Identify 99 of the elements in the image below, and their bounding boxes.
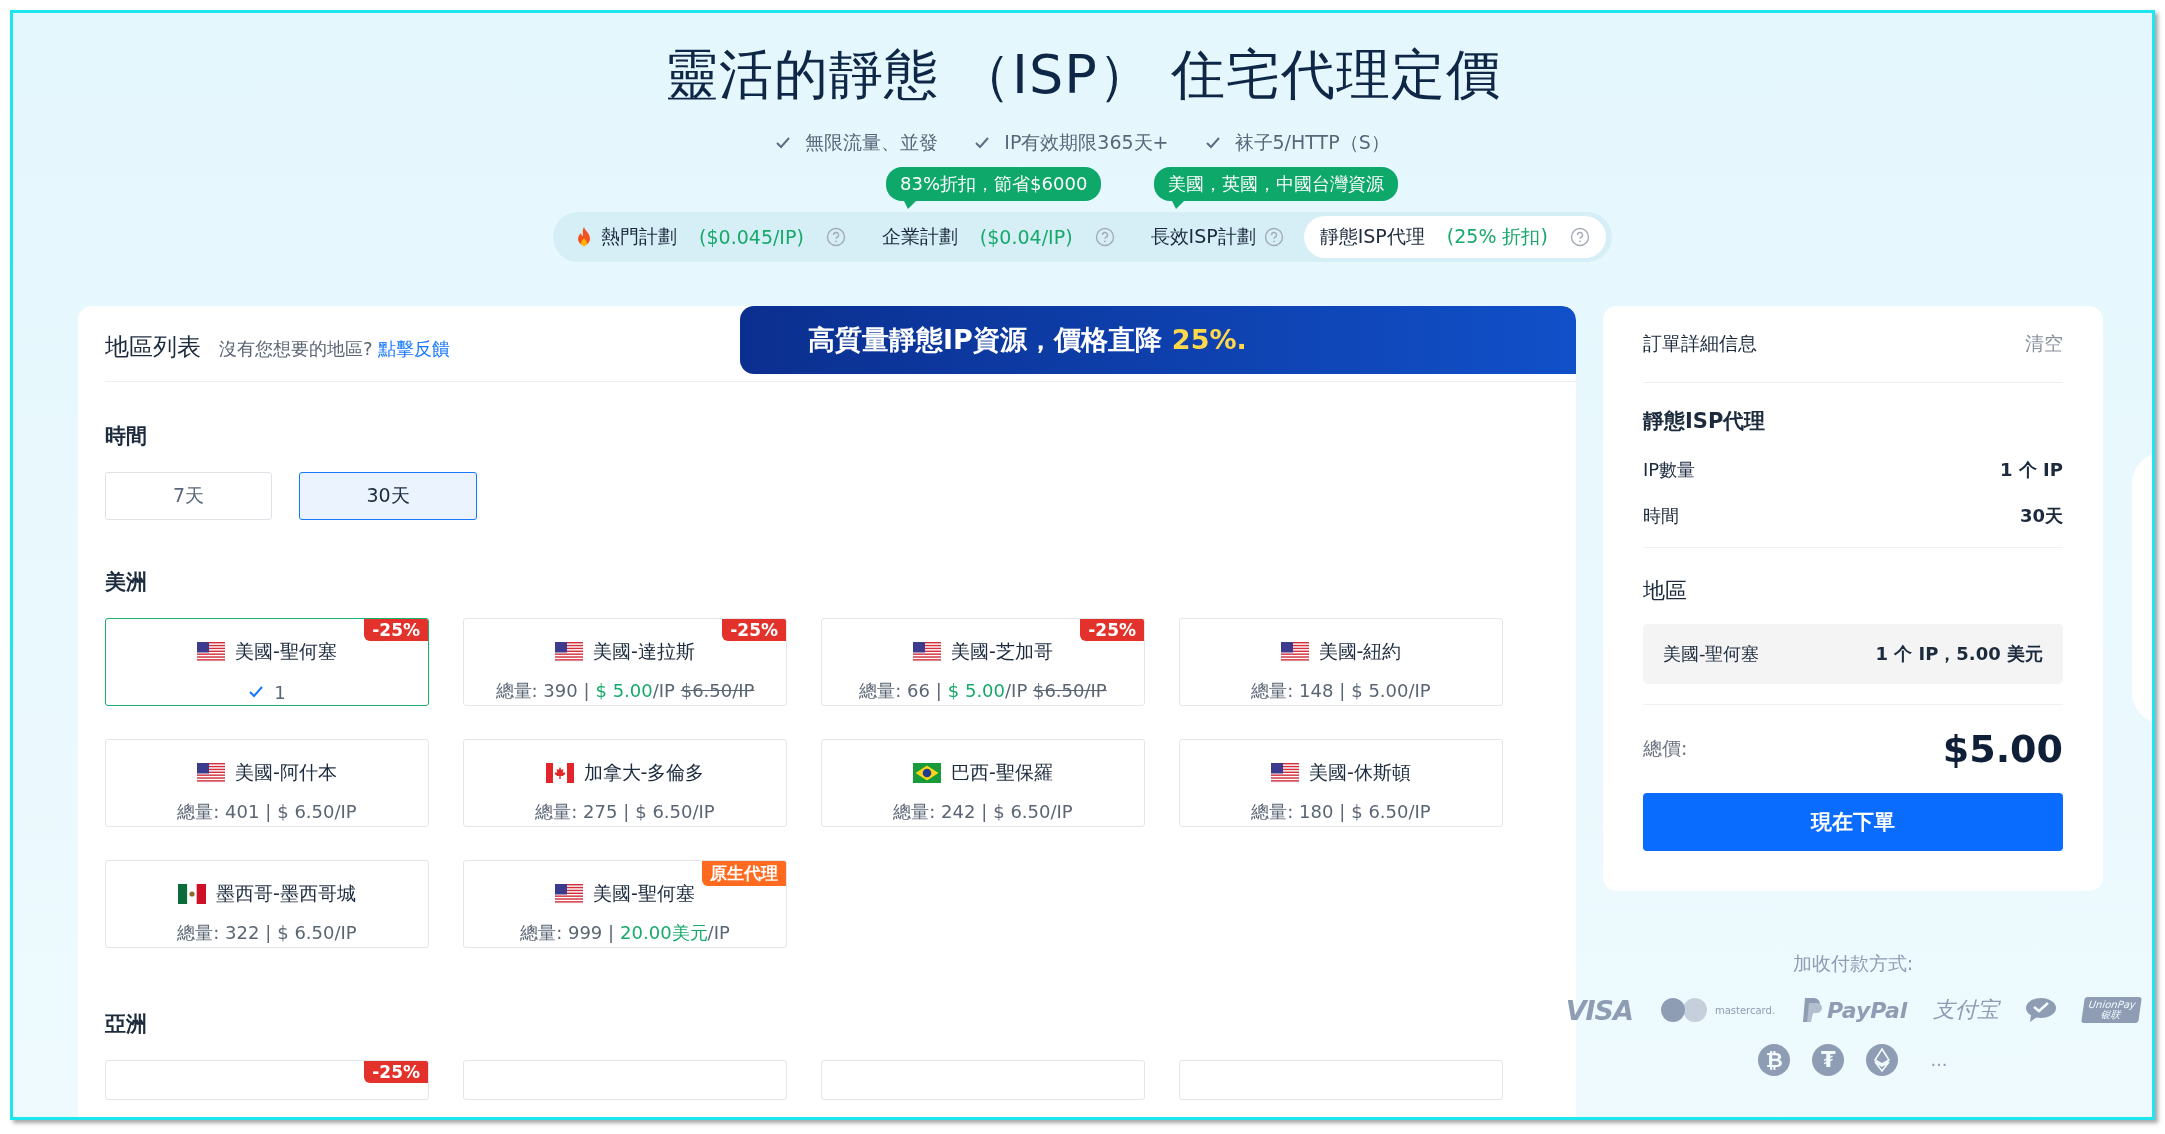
region-price: 1 个 IP，5.00 美元 [1875, 641, 2043, 666]
region-title: 地區 [1643, 576, 1688, 605]
feature-text: 袜子5/HTTP（S） [1234, 129, 1390, 155]
stock-price-text: 總量: 401 | $ 6.50/IP [177, 799, 357, 824]
visa-logo: VISA [1565, 994, 1633, 1026]
feature-text: 無限流量、並發 [805, 129, 939, 155]
stock-price-text: 總量: 148 | $ 5.00/IP [1251, 678, 1431, 703]
stock-price-text: 總量: 180 | $ 6.50/IP [1251, 799, 1431, 824]
tooltip: 83%折扣，節省$6000 [886, 166, 1102, 209]
stock-price-text: 總量: 322 | $ 6.50/IP [177, 920, 357, 945]
hint-text: 沒有您想要的地區? 點擊反饋 [219, 336, 451, 361]
feature-text: IP有效期限365天+ [1004, 129, 1169, 155]
us-flag-icon [913, 641, 942, 662]
region-card[interactable]: -25% 美國-芝加哥 總量: 66 | $ 5.00/IP $6.50/IP [821, 617, 1145, 706]
stock-price-text: 總量: 999 | 20.00美元/IP [520, 920, 730, 945]
bitcoin-icon: ₿ [1758, 1043, 1791, 1076]
unionpay-logo: UnionPay 银联 [2081, 997, 2143, 1024]
tether-icon: ₮ [1812, 1043, 1845, 1076]
discount-badge: -25% [364, 618, 428, 641]
region-name: 美國-紐約 [1318, 638, 1402, 664]
page-title: 靈活的靜態 （ISP） 住宅代理定價 [663, 43, 1502, 108]
more-text: ... [1930, 1049, 1948, 1071]
us-flag-icon [197, 641, 226, 662]
promo-banner: 高質量靜態IP資源，價格直降 25%. [740, 305, 1576, 374]
ethereum-icon [1866, 1043, 1899, 1076]
section-title: 美洲 [105, 568, 148, 596]
stock-price-text: 總量: 242 | $ 6.50/IP [893, 799, 1073, 824]
us-flag-icon [555, 641, 584, 662]
mexico-flag-icon [178, 883, 207, 904]
payment-label: 加收付款方式: [1792, 950, 1914, 976]
total-label: 總價: [1643, 735, 1688, 761]
region-card[interactable]: 美國-休斯頓 總量: 180 | $ 6.50/IP [1179, 738, 1503, 827]
us-flag-icon [1271, 762, 1300, 783]
region-name: 美國-達拉斯 [593, 638, 695, 664]
detail-value: 1 个 IP [2000, 457, 2063, 482]
quantity-text: 1 [274, 681, 286, 703]
region-name: 美國-聖何塞 [593, 880, 695, 906]
region-card[interactable] [463, 1059, 787, 1100]
discount-badge: -25% [722, 618, 786, 641]
region-name: 美國-休斯頓 [1309, 759, 1411, 785]
region-card[interactable] [821, 1059, 1145, 1100]
region-card[interactable]: -25% [105, 1059, 429, 1100]
brazil-flag-icon [913, 762, 942, 783]
duration-option[interactable]: 30天 [299, 471, 477, 520]
section-title: 時間 [105, 422, 148, 450]
order-title: 訂單詳細信息 [1643, 330, 1757, 356]
feedback-link[interactable]: 點擊反饋 [378, 337, 451, 359]
us-flag-icon [1280, 641, 1309, 662]
stock-price-text: 總量: 66 | $ 5.00/IP $6.50/IP [859, 678, 1107, 703]
region-name: 美國-芝加哥 [951, 638, 1053, 664]
detail-value: 30天 [2019, 503, 2063, 528]
section-title: 亞洲 [105, 1010, 148, 1038]
paypal-logo: PayPal [1801, 997, 1908, 1024]
us-flag-icon [555, 883, 584, 904]
discount-badge: -25% [1080, 618, 1144, 641]
region-card[interactable]: -25% 美國-達拉斯 總量: 390 | $ 5.00/IP $6.50/IP [463, 617, 787, 706]
us-flag-icon [197, 762, 226, 783]
plan-tab[interactable]: 熱門計劃 ($0.045/IP) [559, 215, 862, 258]
panel-title: 地區列表 [105, 331, 201, 363]
discount-badge: 原生代理 [702, 860, 786, 886]
help-icon[interactable] [1569, 226, 1590, 247]
detail-label: 時間 [1643, 503, 1679, 528]
region-name: 美國-阿什本 [235, 759, 337, 785]
check-icon [775, 135, 792, 150]
mastercard-logo: mastercard. [1658, 997, 1776, 1024]
region-card[interactable]: 加拿大-多倫多 總量: 275 | $ 6.50/IP [463, 738, 787, 827]
region-card[interactable] [1179, 1059, 1503, 1100]
stock-price-text: 總量: 390 | $ 5.00/IP $6.50/IP [495, 678, 755, 703]
region-card[interactable]: 美國-阿什本 總量: 401 | $ 6.50/IP [105, 738, 429, 827]
help-icon[interactable] [825, 226, 846, 247]
stock-price-text: 總量: 275 | $ 6.50/IP [535, 799, 715, 824]
check-icon [974, 135, 991, 150]
chat-check-icon [2025, 997, 2058, 1024]
region-card[interactable]: -25% 美國-聖何塞 1 [105, 617, 429, 706]
region-name: 美國-聖何塞 [1663, 641, 1760, 666]
region-card[interactable]: 墨西哥-墨西哥城 總量: 322 | $ 6.50/IP [105, 859, 429, 948]
region-card[interactable]: 巴西-聖保羅 總量: 242 | $ 6.50/IP [821, 738, 1145, 827]
tooltip: 美國，英國，中國台灣資源 [1154, 166, 1399, 209]
help-icon[interactable] [1263, 226, 1284, 247]
region-card[interactable]: 原生代理 美國-聖何塞 總量: 999 | 20.00美元/IP [463, 859, 787, 948]
plan-tab[interactable]: 長效ISP計劃 [1134, 215, 1300, 258]
region-name: 美國-聖何塞 [235, 638, 337, 664]
plan-tab[interactable]: 靜態ISP代理 (25% 折扣) [1303, 215, 1606, 258]
canada-flag-icon [545, 762, 574, 783]
check-icon [1204, 135, 1221, 150]
order-now-button[interactable]: 現在下單 [1643, 792, 2063, 851]
plan-tab[interactable]: 企業計劃 ($0.04/IP) [865, 215, 1131, 258]
alipay-logo: 支付宝 [1933, 996, 2000, 1025]
region-card[interactable]: 美國-紐約 總量: 148 | $ 5.00/IP [1179, 617, 1503, 706]
detail-label: IP數量 [1643, 457, 1696, 482]
check-icon [248, 685, 265, 700]
region-name: 加拿大-多倫多 [583, 759, 705, 785]
duration-option[interactable]: 7天 [105, 471, 272, 520]
discount-badge: -25% [364, 1060, 428, 1083]
total-price: $5.00 [1942, 726, 2063, 771]
region-name: 墨西哥-墨西哥城 [216, 880, 356, 906]
help-icon[interactable] [1094, 226, 1115, 247]
region-name: 巴西-聖保羅 [951, 759, 1053, 785]
product-title: 靜態ISP代理 [1643, 407, 1767, 435]
